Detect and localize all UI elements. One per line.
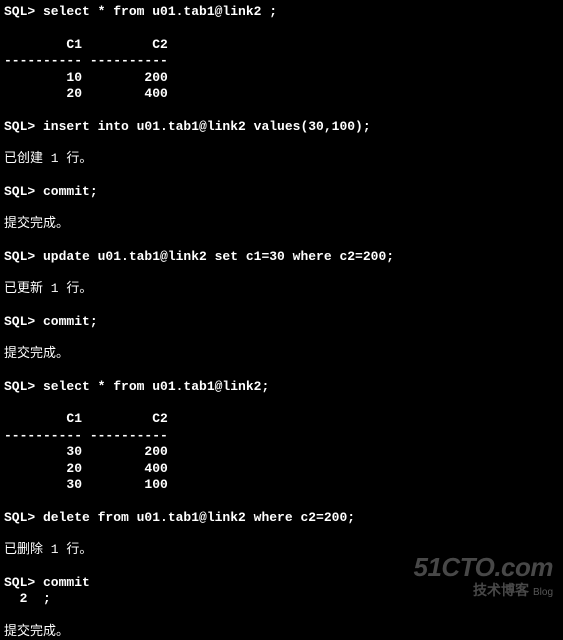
output-message: 已删除 1 行。 [4, 542, 559, 559]
terminal-line: SQL> delete from u01.tab1@link2 where c2… [4, 510, 559, 527]
output-message: 提交完成。 [4, 624, 559, 640]
blank-line [4, 559, 559, 575]
terminal-line: 10 200 [4, 70, 559, 87]
terminal-line: SQL> select * from u01.tab1@link2 ; [4, 4, 559, 21]
output-message: 提交完成。 [4, 346, 559, 363]
terminal-line: 30 100 [4, 477, 559, 494]
terminal-line: SQL> select * from u01.tab1@link2; [4, 379, 559, 396]
terminal-line: SQL> update u01.tab1@link2 set c1=30 whe… [4, 249, 559, 266]
terminal-line: C1 C2 [4, 411, 559, 428]
blank-line [4, 103, 559, 119]
terminal-line: 20 400 [4, 86, 559, 103]
blank-line [4, 526, 559, 542]
terminal-line: SQL> insert into u01.tab1@link2 values(3… [4, 119, 559, 136]
blank-line [4, 608, 559, 624]
blank-line [4, 233, 559, 249]
blank-line [4, 200, 559, 216]
blank-line [4, 168, 559, 184]
terminal-line: ---------- ---------- [4, 53, 559, 70]
terminal-line: 20 400 [4, 461, 559, 478]
output-message: 已创建 1 行。 [4, 151, 559, 168]
blank-line [4, 330, 559, 346]
blank-line [4, 395, 559, 411]
output-message: 提交完成。 [4, 216, 559, 233]
blank-line [4, 363, 559, 379]
terminal-line: ---------- ---------- [4, 428, 559, 445]
terminal-line: C1 C2 [4, 37, 559, 54]
terminal-line: SQL> commit [4, 575, 559, 592]
blank-line [4, 265, 559, 281]
output-message: 已更新 1 行。 [4, 281, 559, 298]
blank-line [4, 135, 559, 151]
terminal-line: 30 200 [4, 444, 559, 461]
terminal-line: SQL> commit; [4, 314, 559, 331]
terminal-line: SQL> commit; [4, 184, 559, 201]
blank-line [4, 494, 559, 510]
terminal-output: SQL> select * from u01.tab1@link2 ; C1 C… [4, 4, 559, 640]
blank-line [4, 21, 559, 37]
terminal-line: 2 ; [4, 591, 559, 608]
blank-line [4, 298, 559, 314]
